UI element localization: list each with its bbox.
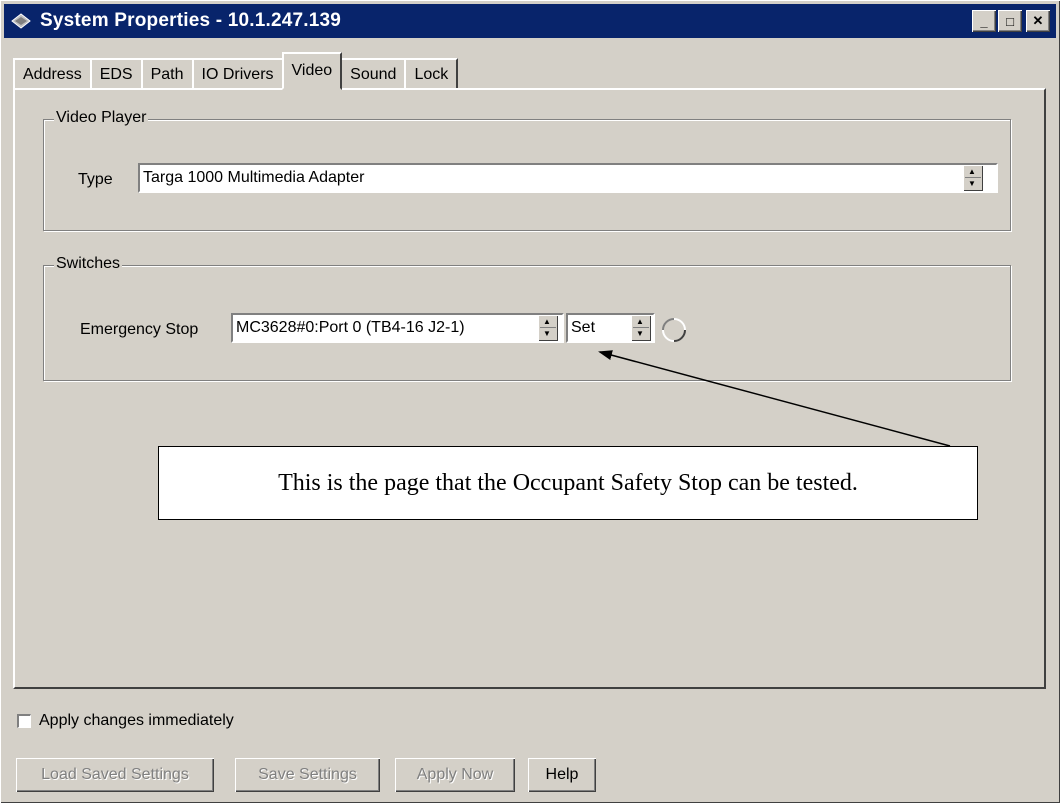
callout-arrow — [598, 350, 951, 447]
annotation-callout: This is the page that the Occupant Safet… — [158, 446, 978, 520]
callout-text: This is the page that the Occupant Safet… — [278, 469, 858, 496]
system-properties-window: System Properties - 10.1.247.139 _ □ ✕ A… — [0, 0, 1060, 803]
